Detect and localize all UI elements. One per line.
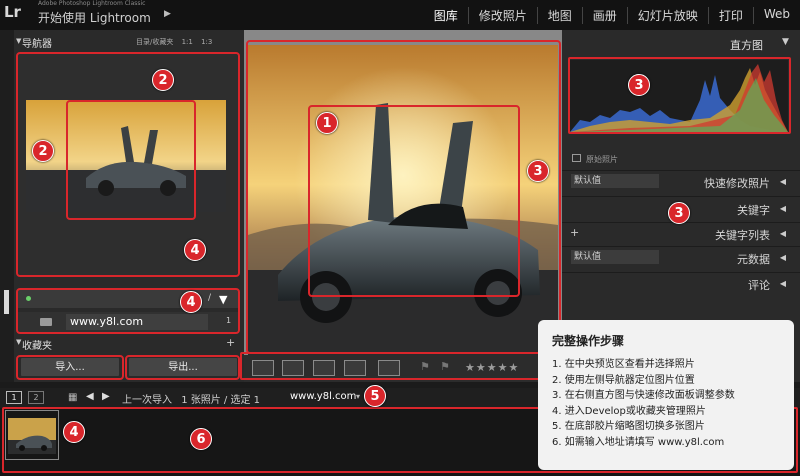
step-badge-2: 2 [152, 69, 174, 91]
expand-arrow-icon[interactable]: ◀ [780, 229, 786, 238]
step-badge-3: 3 [527, 160, 549, 182]
dropdown-arrow-icon[interactable]: ▾ [356, 392, 360, 401]
original-photo-checkbox[interactable] [572, 154, 581, 162]
lightroom-logo: Lr [4, 3, 21, 21]
comments-label: 评论 [748, 279, 770, 292]
collapse-triangle-icon[interactable]: ▼ [782, 37, 789, 47]
annotation-histogram-box [568, 57, 791, 134]
expand-arrow-icon[interactable]: ◀ [780, 204, 786, 213]
expand-arrow-icon[interactable]: ◀ [780, 279, 786, 288]
keywording-label: 关键字 [737, 204, 770, 217]
app-subtitle: Adobe Photoshop Lightroom Classic [38, 0, 146, 7]
popover-title: 完整操作步骤 [552, 334, 625, 348]
quick-develop-preset-select[interactable]: 默认值 [571, 174, 659, 188]
module-book[interactable]: 画册 [581, 7, 627, 24]
module-web[interactable]: Web [752, 7, 800, 24]
annotation-export-box [125, 355, 240, 380]
step-badge-6: 6 [190, 428, 212, 450]
module-print[interactable]: 打印 [707, 7, 753, 24]
zoom-1-3[interactable]: 1:3 [201, 38, 212, 46]
add-collection-icon[interactable]: + [226, 336, 235, 349]
comments-row[interactable]: 评论 ◀ [562, 272, 800, 294]
selection-count: 1 张照片 / 选定 1 [181, 395, 260, 406]
panel-collapse-handle[interactable] [4, 290, 9, 314]
left-panel-edge [0, 30, 14, 382]
quick-develop-label: 快速修改照片 [704, 177, 770, 190]
original-photo-label: 原始照片 [586, 155, 618, 164]
metadata-preset-select[interactable]: 默认值 [571, 250, 659, 264]
step-badge-1: 1 [316, 112, 338, 134]
step-text: 5. 在底部胶片缩略图切换多张图片 [552, 421, 705, 432]
histogram-title[interactable]: 直方图 [730, 37, 763, 53]
collapse-triangle-icon[interactable]: ▼ [16, 338, 21, 346]
module-slideshow[interactable]: 幻灯片放映 [626, 7, 708, 24]
grid-icon[interactable]: ▦ [68, 392, 77, 403]
back-arrow-icon[interactable]: ◀ [86, 391, 94, 402]
expand-arrow-icon[interactable]: ◀ [780, 177, 786, 186]
filmstrip-source: 上一次导入 1 张照片 / 选定 1 [122, 391, 260, 406]
annotation-navigator-focus-box [66, 100, 196, 220]
keyword-list-label: 关键字列表 [715, 229, 770, 242]
collapse-triangle-icon[interactable]: ▼ [16, 37, 21, 45]
module-develop[interactable]: 修改照片 [467, 7, 537, 24]
play-arrow-icon[interactable]: ▶ [164, 9, 171, 19]
zoom-1-1[interactable]: 1:1 [182, 38, 193, 46]
metadata-label: 元数据 [737, 253, 770, 266]
module-picker: 图库 修改照片 地图 画册 幻灯片放映 打印 Web [424, 7, 800, 24]
step-badge-4: 4 [180, 291, 202, 313]
annotation-toolbar-box [240, 352, 542, 380]
navigator-zoom-options: 目录/收藏夹 1:1 1:3 [136, 37, 212, 47]
step-text: 1. 在中央预览区查看并选择照片 [552, 359, 695, 370]
step-badge-4: 4 [63, 421, 85, 443]
app-title[interactable]: 开始使用 Lightroom [38, 9, 151, 26]
zoom-fit[interactable]: 目录/收藏夹 [136, 38, 173, 46]
forward-arrow-icon[interactable]: ▶ [102, 391, 110, 402]
tab-monitor-2[interactable]: 2 [28, 391, 44, 404]
annotation-collection-box [16, 288, 240, 334]
step-badge-4: 4 [184, 239, 206, 261]
add-keyword-icon[interactable]: + [570, 226, 579, 239]
step-badge-2: 2 [32, 140, 54, 162]
step-text: 4. 进入Develop或收藏夹管理照片 [552, 405, 706, 417]
module-library[interactable]: 图库 [424, 7, 468, 24]
step-text: 2. 使用左侧导航器定位图片位置 [552, 374, 695, 386]
tab-monitor-1[interactable]: 1 [6, 391, 22, 404]
navigator-title[interactable]: 导航器 [22, 35, 52, 50]
instructions-popover: 完整操作步骤 1. 在中央预览区查看并选择照片 2. 使用左侧导航器定位图片位置… [538, 320, 794, 470]
expand-arrow-icon[interactable]: ◀ [780, 253, 786, 262]
source-label[interactable]: 上一次导入 [122, 395, 172, 406]
collections-title[interactable]: 收藏夹 [22, 337, 52, 352]
step-badge-3: 3 [668, 202, 690, 224]
annotation-import-box [16, 355, 124, 380]
filmstrip-url[interactable]: www.y8l.com [290, 391, 356, 402]
keyword-list-row[interactable]: + 关键字列表 ◀ [562, 222, 800, 244]
step-badge-5: 5 [364, 385, 386, 407]
step-text: 3. 在右侧直方图与快速修改面板调整参数 [552, 390, 735, 401]
annotation-car-box [308, 105, 520, 297]
step-text: 6. 如需输入地址请填写 www.y8l.com [552, 436, 725, 448]
module-map[interactable]: 地图 [536, 7, 582, 24]
step-badge-3: 3 [628, 74, 650, 96]
